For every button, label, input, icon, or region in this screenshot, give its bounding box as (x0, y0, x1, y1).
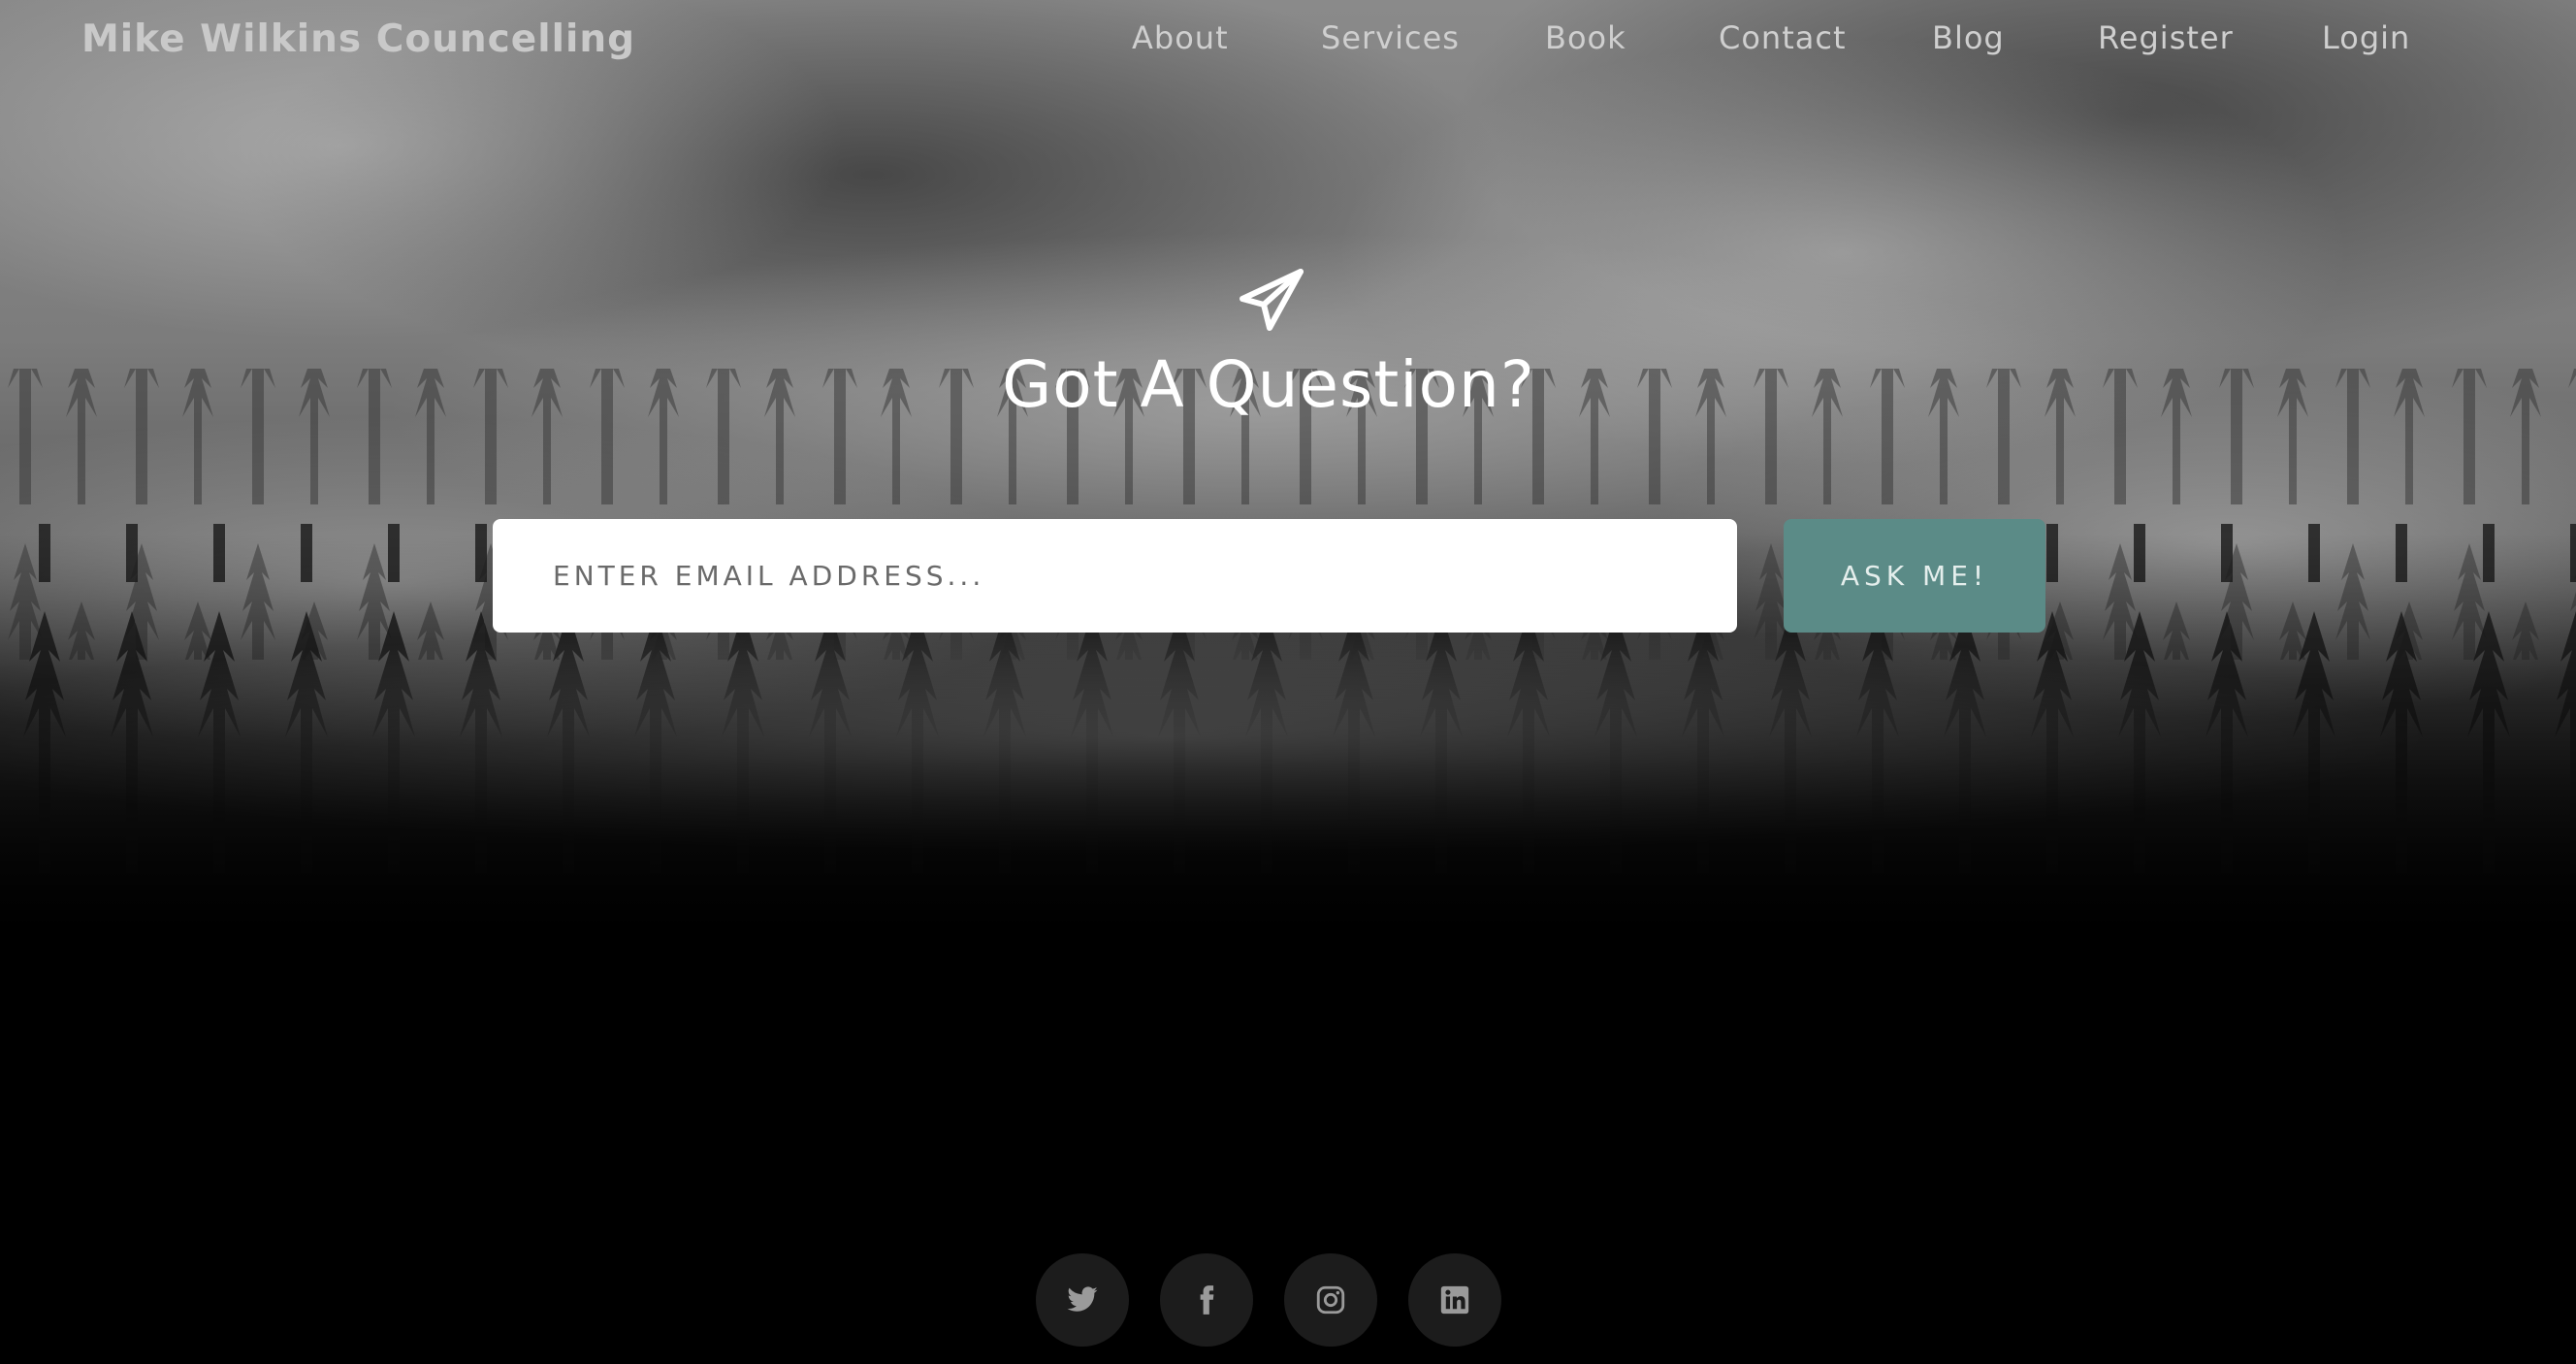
twitter-link[interactable] (1036, 1253, 1129, 1347)
nav-link-services[interactable]: Services (1321, 19, 1460, 56)
nav-links: About Services Book Contact Blog Registe… (1063, 0, 2576, 83)
twitter-icon (1067, 1286, 1098, 1312)
nav-link-register[interactable]: Register (2098, 19, 2234, 56)
nav-link-blog[interactable]: Blog (1932, 19, 2005, 56)
nav-link-login[interactable]: Login (2322, 19, 2410, 56)
page-title: Got A Question? (1002, 347, 1535, 422)
page: Mike Wilkins Councelling About Services … (0, 0, 2576, 1364)
email-input[interactable] (493, 519, 1737, 633)
navbar: Mike Wilkins Councelling About Services … (0, 0, 2576, 83)
linkedin-icon (1440, 1285, 1469, 1315)
linkedin-link[interactable] (1408, 1253, 1501, 1347)
ask-me-button[interactable]: ASK ME! (1784, 519, 2045, 633)
instagram-link[interactable] (1284, 1253, 1377, 1347)
nav-link-contact[interactable]: Contact (1719, 19, 1847, 56)
facebook-icon (1200, 1285, 1214, 1315)
nav-link-book[interactable]: Book (1545, 19, 1626, 56)
instagram-icon (1316, 1285, 1345, 1315)
brand-logo-link[interactable]: Mike Wilkins Councelling (81, 17, 635, 61)
facebook-link[interactable] (1160, 1253, 1253, 1347)
paper-plane-icon (1240, 269, 1304, 331)
social-links (0, 1253, 2576, 1350)
nav-link-about[interactable]: About (1132, 19, 1229, 56)
